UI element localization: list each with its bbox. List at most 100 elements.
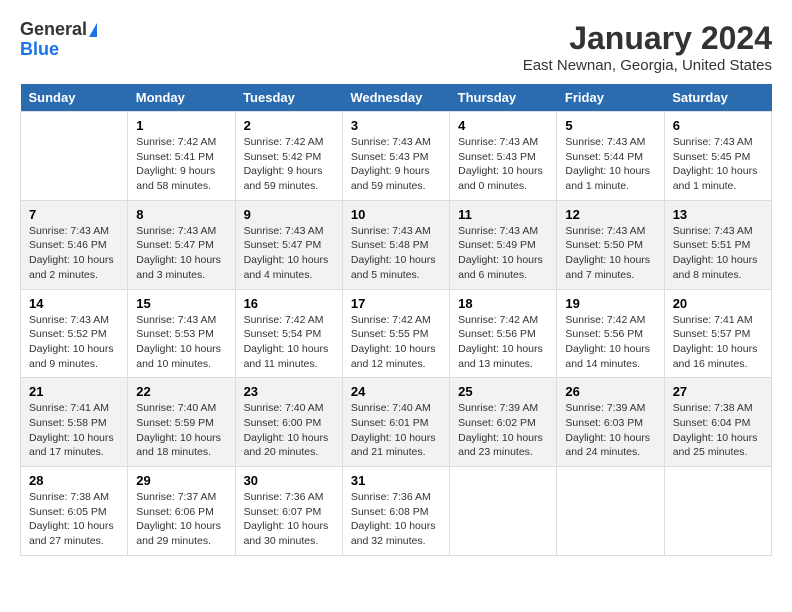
day-number: 2 — [244, 118, 334, 133]
calendar-cell: 6Sunrise: 7:43 AMSunset: 5:45 PMDaylight… — [664, 112, 771, 201]
day-number: 31 — [351, 473, 441, 488]
day-info: Sunrise: 7:42 AMSunset: 5:56 PMDaylight:… — [458, 313, 548, 372]
calendar-cell: 1 Sunrise: 7:42 AMSunset: 5:41 PMDaylight… — [128, 112, 235, 201]
calendar-cell: 28Sunrise: 7:38 AMSunset: 6:05 PMDayligh… — [21, 467, 128, 556]
calendar-cell: 12Sunrise: 7:43 AMSunset: 5:50 PMDayligh… — [557, 200, 664, 289]
week-row-3: 14 Sunrise: 7:43 AMSunset: 5:52 PMDayligh… — [21, 289, 772, 378]
calendar-cell: 29 Sunrise: 7:37 AMSunset: 6:06 PMDayligh… — [128, 467, 235, 556]
header-day-sunday: Sunday — [21, 84, 128, 112]
day-info: Sunrise: 7:41 AMSunset: 5:57 PMDaylight:… — [673, 313, 763, 372]
calendar-cell: 26 Sunrise: 7:39 AMSunset: 6:03 PMDayligh… — [557, 378, 664, 467]
day-number: 12 — [565, 207, 655, 222]
day-number: 19 — [565, 296, 655, 311]
day-info: Sunrise: 7:36 AMSunset: 6:08 PMDaylight:… — [351, 490, 441, 549]
calendar-cell: 16Sunrise: 7:42 AMSunset: 5:54 PMDayligh… — [235, 289, 342, 378]
day-number: 11 — [458, 207, 548, 222]
calendar-cell: 20 Sunrise: 7:41 AMSunset: 5:57 PMDayligh… — [664, 289, 771, 378]
day-number: 26 — [565, 384, 655, 399]
calendar-cell: 30 Sunrise: 7:36 AMSunset: 6:07 PMDayligh… — [235, 467, 342, 556]
day-info: Sunrise: 7:43 AMSunset: 5:45 PMDaylight:… — [673, 135, 763, 194]
day-info: Sunrise: 7:38 AMSunset: 6:05 PMDaylight:… — [29, 490, 119, 549]
day-number: 9 — [244, 207, 334, 222]
calendar-cell: 22 Sunrise: 7:40 AMSunset: 5:59 PMDayligh… — [128, 378, 235, 467]
logo: General Blue — [20, 20, 97, 60]
day-info: Sunrise: 7:43 AMSunset: 5:52 PMDaylight:… — [29, 313, 119, 372]
calendar-cell: 19 Sunrise: 7:42 AMSunset: 5:56 PMDayligh… — [557, 289, 664, 378]
day-info: Sunrise: 7:43 AMSunset: 5:47 PMDaylight:… — [244, 224, 334, 283]
calendar-cell — [664, 467, 771, 556]
day-info: Sunrise: 7:40 AMSunset: 5:59 PMDaylight:… — [136, 401, 226, 460]
day-number: 15 — [136, 296, 226, 311]
day-number: 4 — [458, 118, 548, 133]
week-row-1: 1 Sunrise: 7:42 AMSunset: 5:41 PMDaylight… — [21, 112, 772, 201]
day-number: 22 — [136, 384, 226, 399]
day-info: Sunrise: 7:40 AMSunset: 6:00 PMDaylight:… — [244, 401, 334, 460]
header-day-monday: Monday — [128, 84, 235, 112]
day-info: Sunrise: 7:42 AMSunset: 5:41 PMDaylight:… — [136, 135, 226, 194]
day-info: Sunrise: 7:37 AMSunset: 6:06 PMDaylight:… — [136, 490, 226, 549]
calendar-cell: 10 Sunrise: 7:43 AMSunset: 5:48 PMDayligh… — [342, 200, 449, 289]
header-row: SundayMondayTuesdayWednesdayThursdayFrid… — [21, 84, 772, 112]
day-info: Sunrise: 7:43 AMSunset: 5:43 PMDaylight:… — [458, 135, 548, 194]
calendar-cell: 2 Sunrise: 7:42 AMSunset: 5:42 PMDaylight… — [235, 112, 342, 201]
day-info: Sunrise: 7:41 AMSunset: 5:58 PMDaylight:… — [29, 401, 119, 460]
calendar-cell — [21, 112, 128, 201]
calendar-title: January 2024 — [523, 20, 772, 57]
day-info: Sunrise: 7:43 AMSunset: 5:46 PMDaylight:… — [29, 224, 119, 283]
day-info: Sunrise: 7:39 AMSunset: 6:02 PMDaylight:… — [458, 401, 548, 460]
day-number: 29 — [136, 473, 226, 488]
week-row-4: 21 Sunrise: 7:41 AMSunset: 5:58 PMDayligh… — [21, 378, 772, 467]
day-info: Sunrise: 7:43 AMSunset: 5:53 PMDaylight:… — [136, 313, 226, 372]
page-header: General Blue January 2024 East Newnan, G… — [20, 20, 772, 74]
day-number: 10 — [351, 207, 441, 222]
day-number: 3 — [351, 118, 441, 133]
day-info: Sunrise: 7:42 AMSunset: 5:42 PMDaylight:… — [244, 135, 334, 194]
calendar-cell: 11Sunrise: 7:43 AMSunset: 5:49 PMDayligh… — [450, 200, 557, 289]
day-info: Sunrise: 7:43 AMSunset: 5:51 PMDaylight:… — [673, 224, 763, 283]
day-number: 30 — [244, 473, 334, 488]
calendar-cell: 3Sunrise: 7:43 AMSunset: 5:43 PMDaylight… — [342, 112, 449, 201]
day-info: Sunrise: 7:39 AMSunset: 6:03 PMDaylight:… — [565, 401, 655, 460]
day-info: Sunrise: 7:42 AMSunset: 5:56 PMDaylight:… — [565, 313, 655, 372]
title-block: January 2024 East Newnan, Georgia, Unite… — [523, 20, 772, 74]
calendar-subtitle: East Newnan, Georgia, United States — [523, 57, 772, 74]
header-day-thursday: Thursday — [450, 84, 557, 112]
calendar-table: SundayMondayTuesdayWednesdayThursdayFrid… — [20, 84, 772, 556]
calendar-cell — [557, 467, 664, 556]
day-number: 20 — [673, 296, 763, 311]
day-number: 5 — [565, 118, 655, 133]
logo-icon — [89, 23, 97, 37]
calendar-cell: 24Sunrise: 7:40 AMSunset: 6:01 PMDayligh… — [342, 378, 449, 467]
day-number: 14 — [29, 296, 119, 311]
week-row-2: 7 Sunrise: 7:43 AMSunset: 5:46 PMDaylight… — [21, 200, 772, 289]
day-number: 23 — [244, 384, 334, 399]
day-number: 27 — [673, 384, 763, 399]
calendar-cell: 13Sunrise: 7:43 AMSunset: 5:51 PMDayligh… — [664, 200, 771, 289]
calendar-cell: 9 Sunrise: 7:43 AMSunset: 5:47 PMDaylight… — [235, 200, 342, 289]
day-number: 17 — [351, 296, 441, 311]
day-number: 7 — [29, 207, 119, 222]
calendar-cell: 15 Sunrise: 7:43 AMSunset: 5:53 PMDayligh… — [128, 289, 235, 378]
calendar-cell: 18 Sunrise: 7:42 AMSunset: 5:56 PMDayligh… — [450, 289, 557, 378]
calendar-cell: 23 Sunrise: 7:40 AMSunset: 6:00 PMDayligh… — [235, 378, 342, 467]
day-info: Sunrise: 7:43 AMSunset: 5:48 PMDaylight:… — [351, 224, 441, 283]
calendar-cell: 17 Sunrise: 7:42 AMSunset: 5:55 PMDayligh… — [342, 289, 449, 378]
calendar-cell: 7 Sunrise: 7:43 AMSunset: 5:46 PMDaylight… — [21, 200, 128, 289]
day-number: 16 — [244, 296, 334, 311]
day-number: 1 — [136, 118, 226, 133]
calendar-cell — [450, 467, 557, 556]
logo-general-text: General — [20, 20, 97, 40]
calendar-cell: 5Sunrise: 7:43 AMSunset: 5:44 PMDaylight… — [557, 112, 664, 201]
day-info: Sunrise: 7:38 AMSunset: 6:04 PMDaylight:… — [673, 401, 763, 460]
header-day-wednesday: Wednesday — [342, 84, 449, 112]
day-info: Sunrise: 7:36 AMSunset: 6:07 PMDaylight:… — [244, 490, 334, 549]
day-number: 21 — [29, 384, 119, 399]
calendar-cell: 4 Sunrise: 7:43 AMSunset: 5:43 PMDaylight… — [450, 112, 557, 201]
day-number: 8 — [136, 207, 226, 222]
calendar-cell: 21 Sunrise: 7:41 AMSunset: 5:58 PMDayligh… — [21, 378, 128, 467]
day-number: 25 — [458, 384, 548, 399]
calendar-cell: 14 Sunrise: 7:43 AMSunset: 5:52 PMDayligh… — [21, 289, 128, 378]
day-number: 18 — [458, 296, 548, 311]
day-info: Sunrise: 7:42 AMSunset: 5:55 PMDaylight:… — [351, 313, 441, 372]
header-day-tuesday: Tuesday — [235, 84, 342, 112]
